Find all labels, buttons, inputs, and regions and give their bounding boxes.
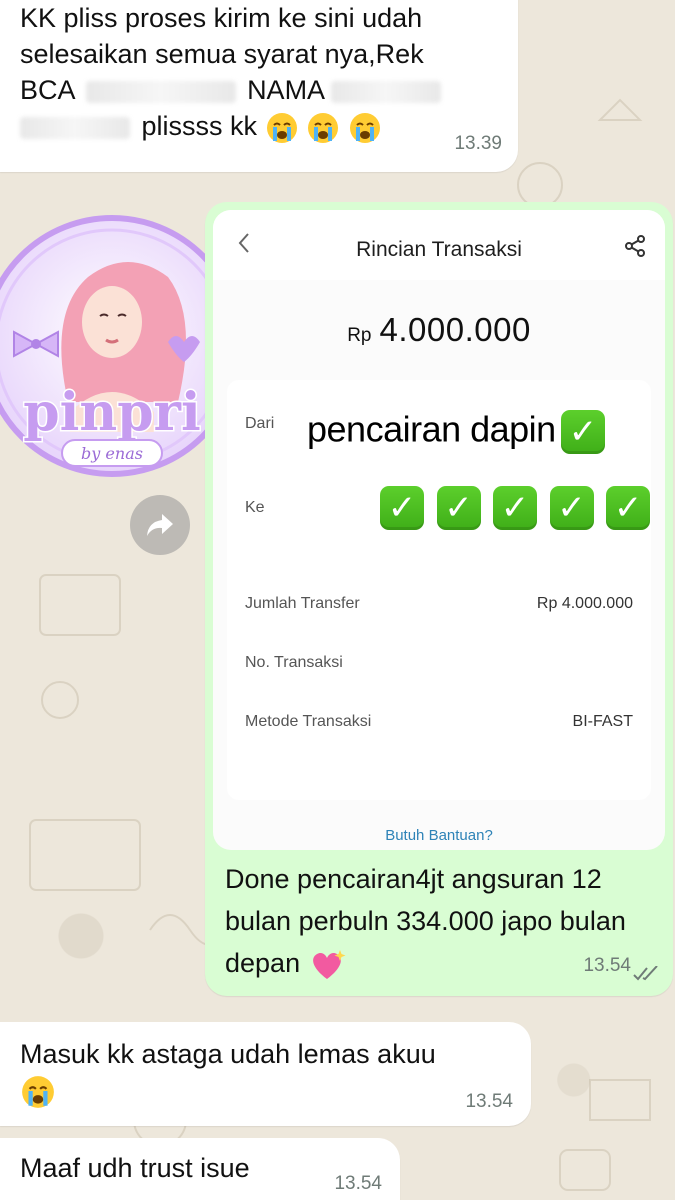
crying-face-icon	[349, 112, 380, 143]
message-timestamp: 13.39	[454, 133, 502, 154]
from-label: Dari	[245, 415, 275, 432]
incoming-message-bubble[interactable]: Maaf udh trust isue 13.54	[0, 1138, 400, 1200]
message-plea-text: plissss kk	[141, 111, 258, 141]
help-link[interactable]: Butuh Bantuan?	[213, 818, 665, 850]
currency-label: Rp	[347, 325, 372, 346]
message-timestamp: 13.54	[465, 1091, 513, 1112]
crying-face-icon	[22, 1075, 54, 1108]
check-mark-icon: ✓	[606, 486, 651, 530]
message-text: Maaf udh trust isue	[20, 1153, 250, 1183]
message-text-line: KK pliss proses kirim ke sini udah	[20, 3, 423, 33]
sticker-brand-text: pinpri	[23, 382, 200, 443]
transaction-method-label: Metode Transaksi	[245, 713, 372, 730]
message-timestamp: 13.54	[334, 1173, 382, 1194]
check-mark-icon: ✓	[493, 486, 538, 530]
amount-value: 4.000.000	[379, 311, 531, 348]
transaction-number-label: No. Transaksi	[245, 654, 343, 671]
sparkling-heart-icon	[312, 949, 346, 979]
check-mark-icon: ✓	[436, 486, 481, 530]
double-check-icon	[633, 966, 658, 981]
message-timestamp: 13.54	[583, 955, 631, 976]
incoming-message-bubble[interactable]: Masuk kk astaga udah lemas akuu 13.54	[0, 1022, 531, 1126]
receipt-detail-card: Dari pencairan dapin ✓ Ke ✓ ✓ ✓ ✓ ✓ Jumla…	[227, 380, 651, 800]
incoming-message-bubble[interactable]: KK pliss proses kirim ke sini udah seles…	[0, 0, 518, 172]
share-icon[interactable]	[623, 234, 647, 258]
message-text-line: plissss kk	[20, 108, 518, 145]
check-mark-row: ✓ ✓ ✓ ✓ ✓	[375, 486, 651, 530]
transfer-amount-value: Rp 4.000.000	[536, 595, 633, 612]
check-mark-icon: ✓	[560, 410, 605, 454]
message-caption-text: Done pencairan4jt angsuran 12 bulan perb…	[225, 864, 626, 978]
forward-button[interactable]	[130, 495, 190, 555]
transaction-receipt-image[interactable]: Rincian Transaksi Rp 4.000.000 Dari penca…	[213, 210, 665, 850]
overlay-caption-text: pencairan dapin	[307, 408, 556, 450]
receipt-amount: Rp 4.000.000	[213, 312, 665, 354]
check-mark-icon: ✓	[380, 486, 424, 530]
transfer-amount-label: Jumlah Transfer	[245, 595, 360, 612]
receipt-title: Rincian Transaksi	[356, 238, 522, 261]
redacted-name-continued	[20, 116, 130, 139]
name-label-text: NAMA	[247, 75, 324, 105]
bank-name-text: BCA	[20, 75, 75, 105]
outgoing-message-bubble[interactable]: Rincian Transaksi Rp 4.000.000 Dari penca…	[205, 202, 673, 996]
receipt-header: Rincian Transaksi	[213, 210, 665, 280]
transaction-method-value: BI-FAST	[572, 713, 633, 730]
message-text: Masuk kk astaga udah lemas akuu	[20, 1039, 436, 1069]
to-label: Ke	[245, 499, 265, 516]
forward-arrow-icon	[147, 514, 173, 536]
check-mark-icon: ✓	[549, 486, 594, 530]
message-text-line: selesaikan semua syarat nya,Rek	[20, 39, 424, 69]
crying-face-icon	[308, 112, 339, 143]
message-caption: Done pencairan4jt angsuran 12 bulan perb…	[225, 858, 645, 984]
crying-face-icon	[266, 112, 297, 143]
redacted-account-number	[85, 80, 236, 103]
redacted-name	[331, 80, 442, 103]
message-text-line: BCA NAMA	[20, 72, 518, 108]
sticker-sub-text: by enas	[81, 444, 143, 463]
overlay-caption: pencairan dapin ✓	[307, 410, 605, 454]
